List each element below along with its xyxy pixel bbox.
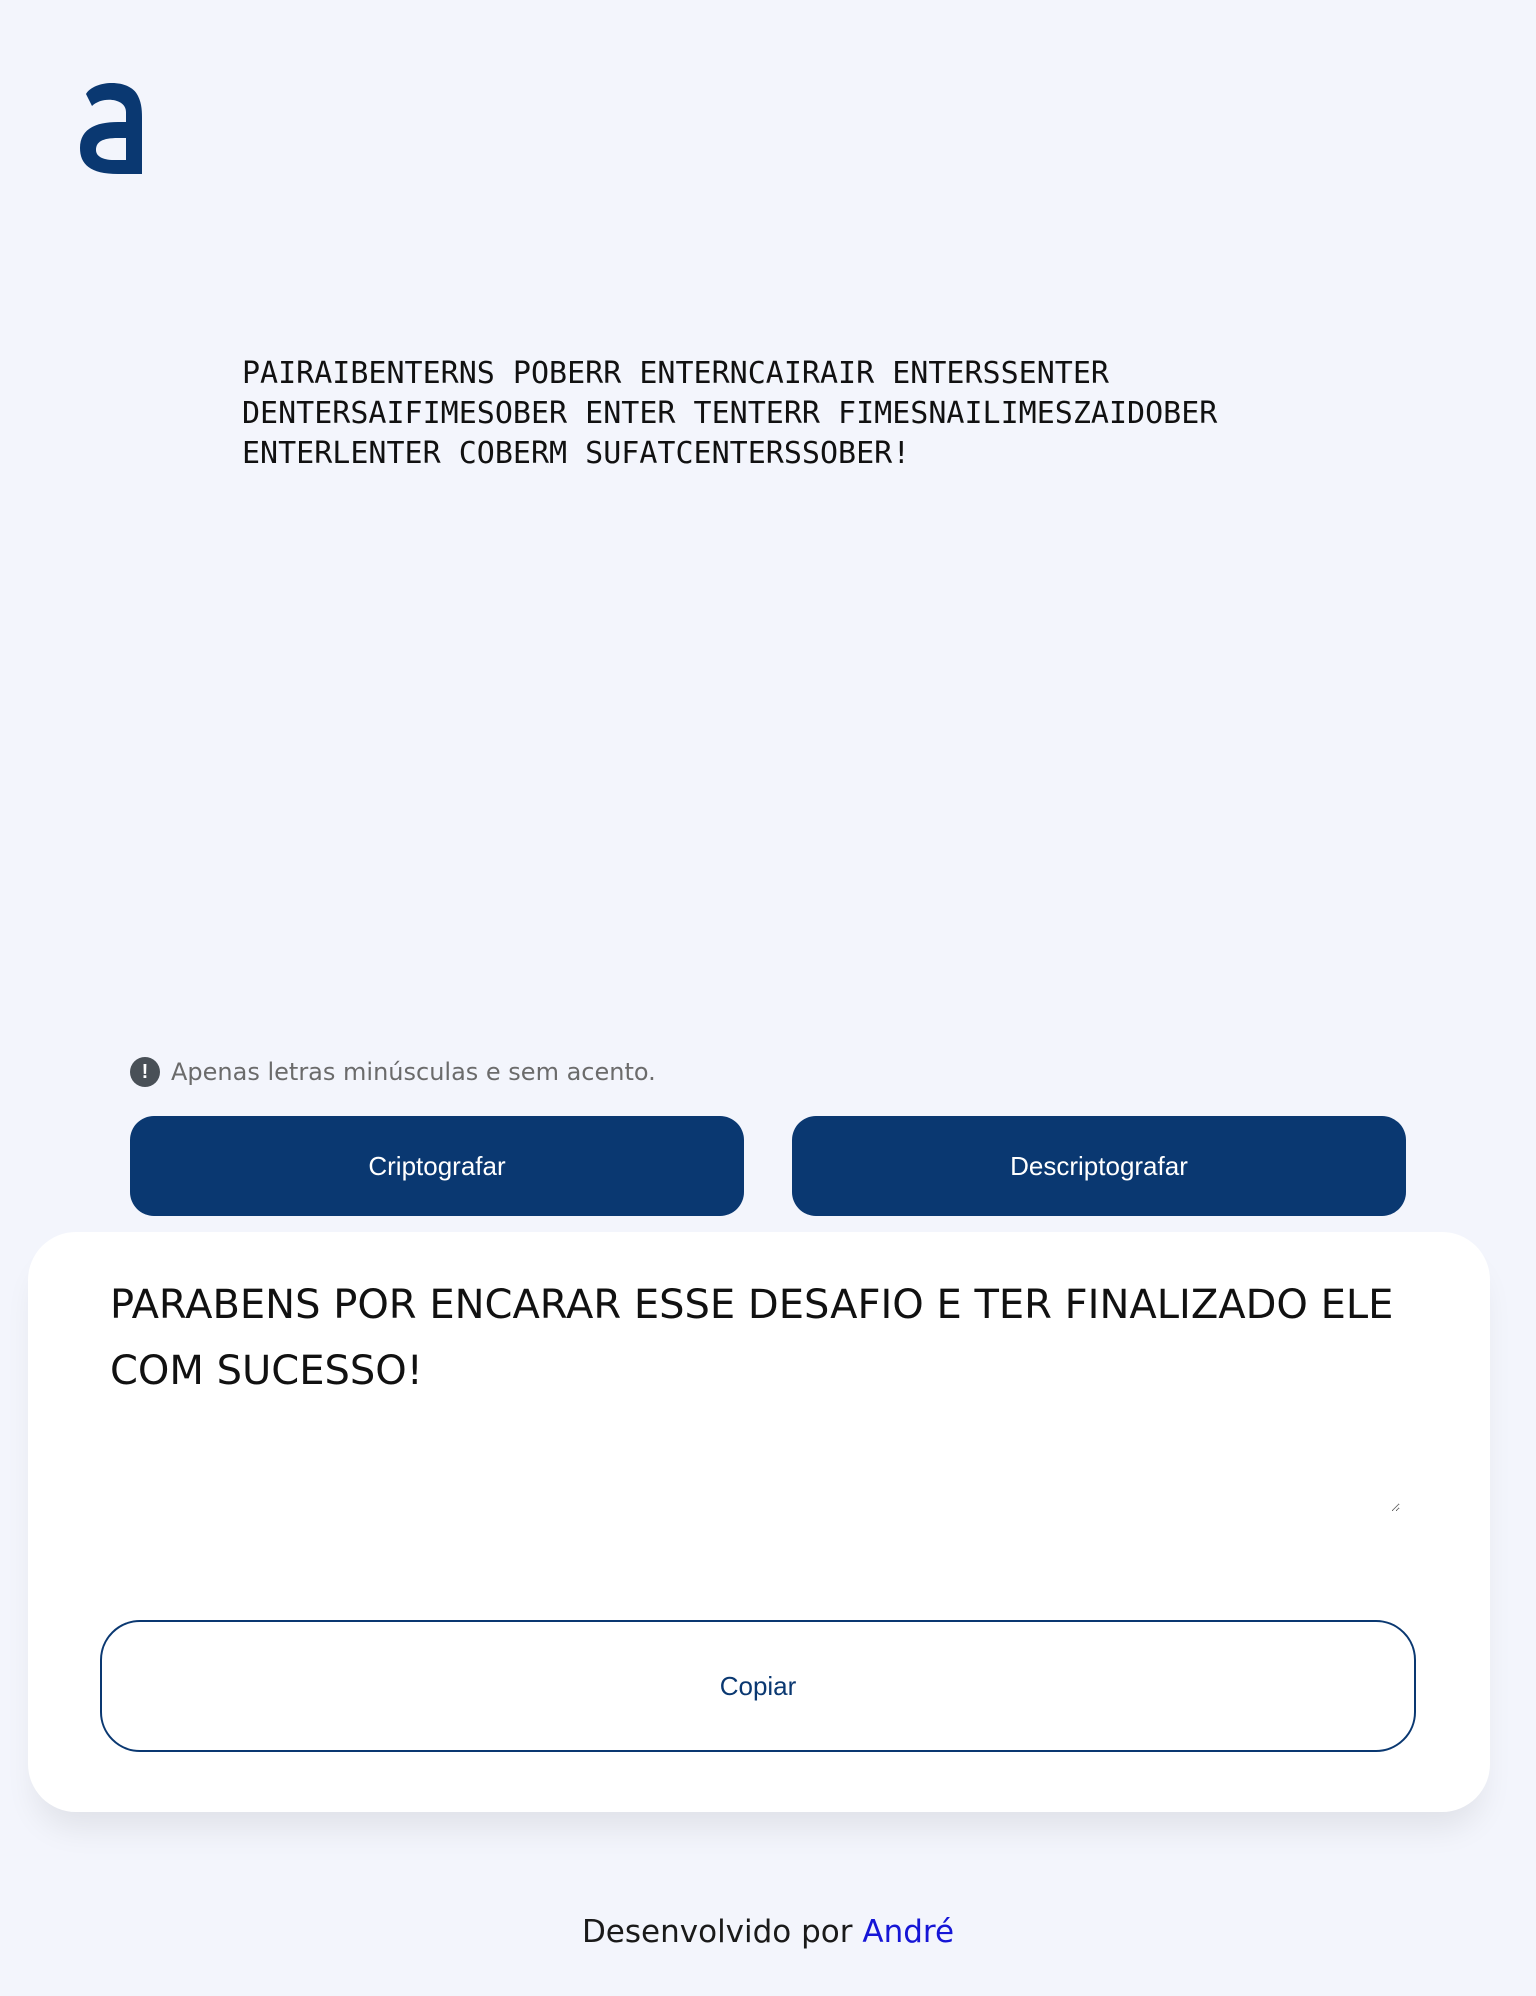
output-textarea[interactable]: PARABENS POR ENCARAR ESSE DESAFIO E TER … — [110, 1272, 1400, 1512]
hint-text: Apenas letras minúsculas e sem acento. — [171, 1058, 656, 1086]
footer: Desenvolvido por André — [0, 1914, 1536, 1950]
info-hint: ! Apenas letras minúsculas e sem acento. — [130, 1056, 656, 1088]
exclamation-circle-icon: ! — [130, 1057, 160, 1087]
encrypt-button[interactable]: Criptografar — [130, 1116, 744, 1216]
author-link[interactable]: André — [862, 1914, 954, 1950]
output-card: PARABENS POR ENCARAR ESSE DESAFIO E TER … — [28, 1232, 1490, 1812]
copy-button[interactable]: Copiar — [100, 1620, 1416, 1752]
decrypt-button[interactable]: Descriptografar — [792, 1116, 1406, 1216]
logo — [76, 76, 146, 178]
letter-a-logo-icon — [80, 83, 142, 174]
footer-prefix: Desenvolvido por — [581, 1914, 863, 1950]
message-input[interactable]: PAIRAIBENTERNS POBERR ENTERNCAIRAIR ENTE… — [242, 354, 1242, 974]
